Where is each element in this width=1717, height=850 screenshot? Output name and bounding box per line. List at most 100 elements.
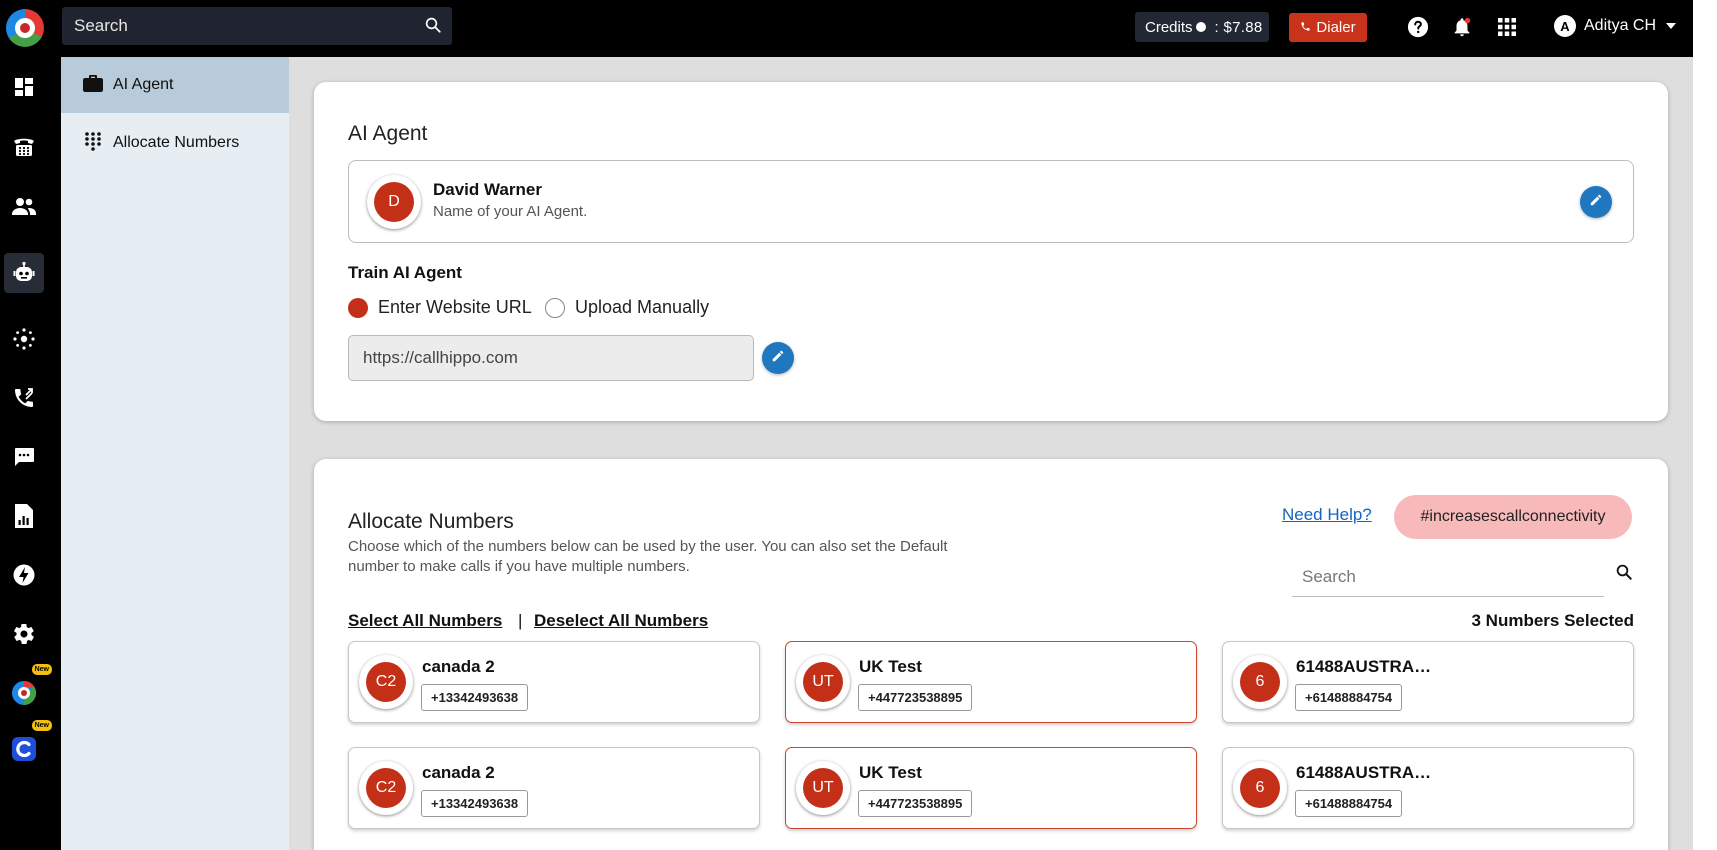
credits-label: Credits <box>1145 18 1193 36</box>
number-name: 61488AUSTRAL... <box>1296 657 1436 676</box>
radio-label: Upload Manually <box>575 297 710 317</box>
number-card[interactable]: 6 61488AUSTRAL... +61488884754 <box>1222 641 1634 723</box>
chevron-down-icon <box>1666 23 1677 29</box>
app-logo[interactable] <box>6 9 44 47</box>
dialer-label: Dialer <box>1316 19 1356 36</box>
sms-icon[interactable] <box>4 437 44 477</box>
select-all-numbers-link[interactable]: Select All Numbers <box>348 611 502 631</box>
number-phone: +447723538895 <box>858 790 973 817</box>
global-search-input[interactable] <box>62 7 402 45</box>
number-avatar: UT <box>796 761 850 815</box>
number-phone: +13342493638 <box>421 790 529 817</box>
website-url-field[interactable] <box>348 335 754 381</box>
number-avatar: 6 <box>1233 761 1287 815</box>
number-initials: C2 <box>366 768 406 808</box>
new-badge: New <box>31 720 52 731</box>
left-nav-rail: New New <box>0 57 61 850</box>
search-icon[interactable] <box>424 16 442 39</box>
new-badge: New <box>31 664 52 675</box>
credits-balance[interactable]: Credits : $7.88 <box>1135 12 1269 42</box>
top-bar: Credits : $7.88 Dialer A Aditya CH <box>0 0 1693 57</box>
phone-icon <box>1300 19 1311 36</box>
pencil-icon <box>1589 193 1603 212</box>
number-initials: 6 <box>1240 662 1280 702</box>
number-card[interactable]: 6 61488AUSTRAL... +61488884754 <box>1222 747 1634 829</box>
call-logs-icon[interactable] <box>4 378 44 418</box>
agent-profile: D David Warner Name of your AI Agent. <box>348 160 1634 243</box>
number-card[interactable]: UT UK Test +447723538895 <box>785 641 1197 723</box>
number-phone: +61488884754 <box>1295 684 1403 711</box>
number-phone: +13342493638 <box>421 684 529 711</box>
number-avatar: 6 <box>1233 655 1287 709</box>
edit-url-button[interactable] <box>762 342 794 374</box>
train-ai-agent-title: Train AI Agent <box>348 263 462 282</box>
user-name: Aditya CH <box>1584 17 1657 34</box>
number-avatar: C2 <box>359 761 413 815</box>
number-initials: UT <box>803 768 843 808</box>
number-initials: UT <box>803 662 843 702</box>
deselect-all-numbers-link[interactable]: Deselect All Numbers <box>534 611 708 631</box>
agent-initial: D <box>374 182 414 222</box>
apps-grid-icon[interactable] <box>1495 15 1519 39</box>
callhippo-app-icon[interactable]: New <box>4 664 52 713</box>
number-avatar: UT <box>796 655 850 709</box>
number-initials: 6 <box>1240 768 1280 808</box>
allocate-numbers-title: Allocate Numbers <box>348 510 514 533</box>
radio-label: Enter Website URL <box>378 297 532 317</box>
dialer-button[interactable]: Dialer <box>1289 13 1367 42</box>
help-icon[interactable] <box>1406 15 1430 39</box>
hashtag-pill[interactable]: #increasescallconnectivity <box>1394 495 1632 539</box>
settings-submenu: AI Agent Allocate Numbers <box>61 57 289 850</box>
ai-agent-icon[interactable] <box>4 253 44 293</box>
radio-checked <box>348 297 368 318</box>
number-phone: +61488884754 <box>1295 790 1403 817</box>
search-icon[interactable] <box>1615 563 1633 586</box>
submenu-item-ai-agent[interactable]: AI Agent <box>61 57 289 113</box>
radio-website-url[interactable]: Enter Website URL <box>348 297 532 318</box>
number-initials: C2 <box>366 662 406 702</box>
radio-upload-manually[interactable]: Upload Manually <box>545 297 709 318</box>
reports-icon[interactable] <box>4 496 44 536</box>
edit-agent-name-button[interactable] <box>1580 186 1612 218</box>
settings-gear-icon[interactable] <box>4 614 44 654</box>
ai-agent-card: AI Agent D David Warner Name of your AI … <box>314 82 1668 421</box>
info-icon[interactable] <box>1195 22 1206 32</box>
number-card[interactable]: C2 canada 2 +13342493638 <box>348 747 760 829</box>
users-icon[interactable] <box>4 186 44 226</box>
crm-app-icon[interactable]: New <box>4 720 52 769</box>
number-name: UK Test <box>859 763 922 782</box>
ai-agent-title: AI Agent <box>348 122 428 145</box>
agent-name: David Warner <box>433 180 542 199</box>
pencil-icon <box>771 349 785 368</box>
radio-unchecked <box>545 297 565 318</box>
dashboard-icon[interactable] <box>4 67 44 107</box>
number-phone: +447723538895 <box>858 684 973 711</box>
integrations-icon[interactable] <box>4 319 44 359</box>
briefcase-icon <box>83 74 103 97</box>
number-name: canada 2 <box>422 657 495 676</box>
need-help-link[interactable]: Need Help? <box>1282 505 1372 525</box>
avatar: A <box>1554 15 1576 37</box>
phone-system-icon[interactable] <box>4 126 44 166</box>
credits-value: : $7.88 <box>1214 18 1263 36</box>
submenu-item-label: AI Agent <box>113 76 174 93</box>
notification-bell-icon[interactable] <box>1450 15 1474 39</box>
submenu-item-label: Allocate Numbers <box>113 134 240 151</box>
number-name: canada 2 <box>422 763 495 782</box>
number-name: UK Test <box>859 657 922 676</box>
link-separator: | <box>518 611 523 630</box>
number-card[interactable]: UT UK Test +447723538895 <box>785 747 1197 829</box>
submenu-item-allocate-numbers[interactable]: Allocate Numbers <box>61 115 289 171</box>
agent-name-hint: Name of your AI Agent. <box>433 203 588 220</box>
numbers-search-input[interactable] <box>1292 557 1604 597</box>
selected-count: 3 Numbers Selected <box>1471 611 1634 630</box>
allocate-numbers-description: Choose which of the numbers below can be… <box>348 538 948 575</box>
user-menu[interactable]: A Aditya CH <box>1554 15 1677 37</box>
dialpad-icon <box>83 131 103 156</box>
global-search <box>62 7 452 45</box>
number-avatar: C2 <box>359 655 413 709</box>
number-card[interactable]: C2 canada 2 +13342493638 <box>348 641 760 723</box>
power-dialer-icon[interactable] <box>4 555 44 595</box>
page-edge <box>1693 0 1717 850</box>
number-name: 61488AUSTRAL... <box>1296 763 1436 782</box>
